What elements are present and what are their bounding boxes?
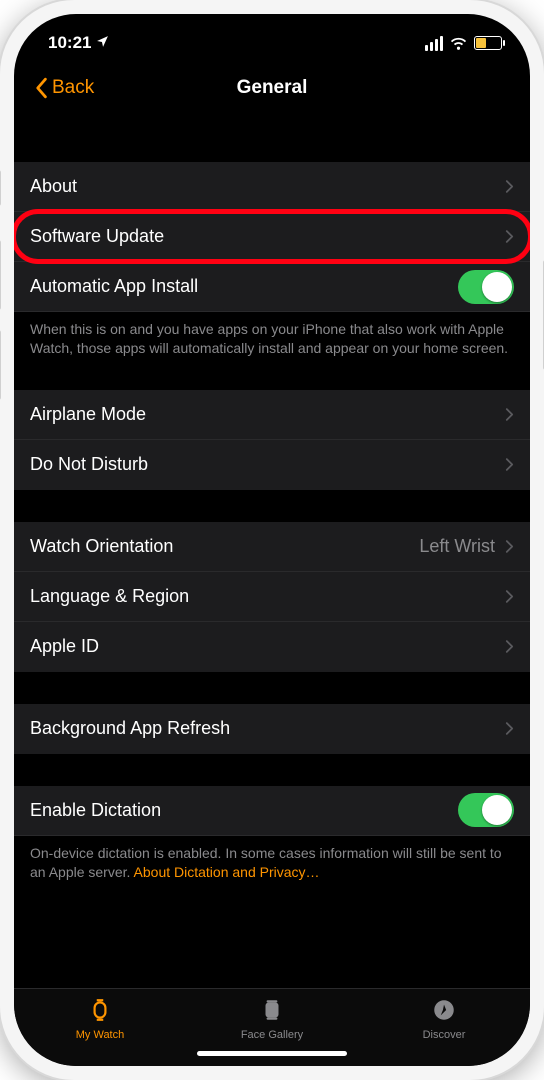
automatic-app-install-row[interactable]: Automatic App Install [14,262,530,312]
watch-icon [87,997,113,1026]
chevron-right-icon [505,721,514,736]
airplane-mode-row[interactable]: Airplane Mode [14,390,530,440]
chevron-right-icon [505,539,514,554]
row-label: Apple ID [30,636,505,657]
tab-face-gallery[interactable]: Face Gallery [186,997,358,1041]
chevron-right-icon [505,589,514,604]
tab-label: My Watch [76,1029,125,1041]
row-label: Language & Region [30,586,505,607]
device-frame: 10:21 Back G [0,0,544,1080]
software-update-row[interactable]: Software Update [14,212,530,262]
notch [162,14,382,46]
watch-orientation-row[interactable]: Watch Orientation Left Wrist [14,522,530,572]
chevron-right-icon [505,407,514,422]
screen-bezel: 10:21 Back G [14,14,530,1066]
compass-icon [431,997,457,1026]
dictation-footer: On-device dictation is enabled. In some … [14,836,530,882]
row-label: Software Update [30,226,505,247]
face-gallery-icon [259,997,285,1026]
back-button[interactable]: Back [34,77,94,99]
cellular-icon [425,36,443,51]
page-title: General [237,77,308,99]
language-region-row[interactable]: Language & Region [14,572,530,622]
chevron-right-icon [505,179,514,194]
dictation-privacy-link[interactable]: About Dictation and Privacy… [134,864,320,880]
row-label: About [30,176,505,197]
automatic-app-install-toggle[interactable] [458,270,514,304]
home-indicator[interactable] [197,1051,347,1056]
status-time: 10:21 [48,33,91,53]
row-label: Background App Refresh [30,718,505,739]
chevron-right-icon [505,639,514,654]
row-label: Enable Dictation [30,800,458,821]
back-label: Back [52,77,94,99]
settings-list[interactable]: About Software Update Automatic App I [14,114,530,988]
background-app-refresh-row[interactable]: Background App Refresh [14,704,530,754]
wifi-icon [449,34,468,53]
automatic-app-install-footer: When this is on and you have apps on you… [14,312,530,358]
tab-my-watch[interactable]: My Watch [14,997,186,1041]
do-not-disturb-row[interactable]: Do Not Disturb [14,440,530,490]
location-icon [96,33,109,53]
row-value: Left Wrist [419,536,495,557]
enable-dictation-row[interactable]: Enable Dictation [14,786,530,836]
about-row[interactable]: About [14,162,530,212]
battery-icon [474,36,502,50]
row-label: Do Not Disturb [30,454,505,475]
tab-label: Face Gallery [241,1029,303,1041]
row-label: Watch Orientation [30,536,419,557]
enable-dictation-toggle[interactable] [458,793,514,827]
row-label: Airplane Mode [30,404,505,425]
row-label: Automatic App Install [30,276,458,297]
nav-bar: Back General [14,62,530,114]
tab-label: Discover [423,1029,466,1041]
chevron-right-icon [505,457,514,472]
chevron-right-icon [505,229,514,244]
apple-id-row[interactable]: Apple ID [14,622,530,672]
tab-discover[interactable]: Discover [358,997,530,1041]
